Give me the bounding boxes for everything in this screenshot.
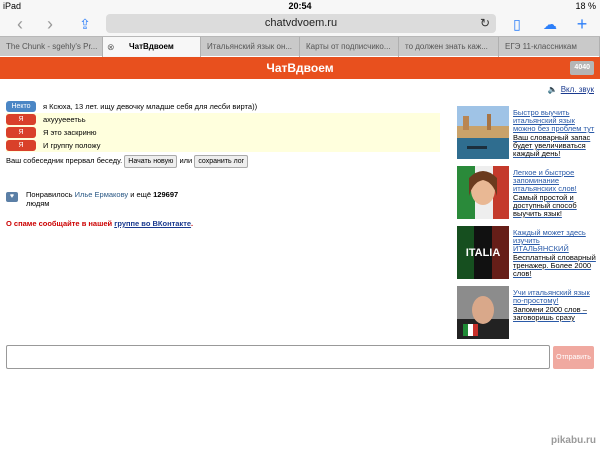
- bookmarks-icon[interactable]: ▯: [507, 14, 527, 34]
- italia-text: ITALIA: [466, 247, 501, 259]
- conversation-ended: Ваш собеседник прервал беседу. Начать но…: [6, 154, 249, 168]
- message-row: Я Я это заскриню: [6, 126, 440, 139]
- heart-icon[interactable]: ♥: [6, 192, 18, 202]
- tab-ege[interactable]: ЕГЭ 11-классникам: [499, 37, 600, 57]
- sound-link[interactable]: Вкл. звук: [561, 85, 594, 94]
- like-text: Понравилось Илье Ермакову и ещё 129697 л…: [26, 190, 179, 208]
- message-text: И группу положу: [43, 141, 101, 150]
- message-row: Я ахуууееетьь: [6, 113, 440, 126]
- ad-item[interactable]: ITALIA Каждый может здесь изучить ИТАЛЬЯ…: [457, 226, 600, 286]
- ad-title[interactable]: Учи итальянский язык по-простому! Запомни…: [513, 289, 597, 322]
- tab-the-chunk[interactable]: The Chunk - sgehly's Pr...: [0, 37, 103, 57]
- message-text: Я это заскриню: [43, 128, 97, 137]
- forward-icon[interactable]: ›: [40, 14, 60, 34]
- sender-badge: Я: [6, 114, 36, 125]
- sound-toggle[interactable]: 🔈 Вкл. звук: [548, 85, 594, 94]
- ad-title[interactable]: Быстро выучить итальянский язык можно бе…: [513, 109, 597, 158]
- site-header: ЧатВдвоем 4040: [0, 57, 600, 79]
- back-icon[interactable]: ‹: [10, 14, 30, 34]
- sender-badge: Я: [6, 127, 36, 138]
- italia-banner-image: ITALIA: [457, 226, 509, 279]
- site-title: ЧатВдвоем: [266, 61, 334, 75]
- clock: 20:54: [288, 1, 312, 11]
- reload-icon[interactable]: ↻: [480, 14, 490, 33]
- ad-item[interactable]: Легкое и быстрое запоминание итальянских…: [457, 166, 600, 226]
- vk-group-link[interactable]: группе во ВКонтакте: [114, 219, 191, 228]
- battery-label: 18 %: [575, 1, 596, 11]
- speaker-icon: 🔈: [547, 85, 558, 94]
- tab-italian[interactable]: Итальянский язык он...: [201, 37, 300, 57]
- new-tab-icon[interactable]: +: [572, 14, 592, 34]
- ended-text: Ваш собеседник прервал беседу.: [6, 156, 123, 165]
- address-bar[interactable]: chatvdvoem.ru ↻: [106, 14, 496, 33]
- share-icon[interactable]: ⇪: [75, 14, 95, 34]
- message-text: ахуууееетьь: [43, 115, 86, 124]
- send-button[interactable]: Отправить: [553, 346, 594, 369]
- message-list: Некто я Ксюха, 13 лет. ищу девочку младш…: [6, 100, 440, 152]
- man-photo: [457, 286, 509, 339]
- sender-badge: Некто: [6, 101, 36, 112]
- save-log-button[interactable]: сохранить лог: [194, 155, 249, 168]
- cloud-tabs-icon[interactable]: ☁: [540, 14, 560, 34]
- ad-column: Быстро выучить итальянский язык можно бе…: [457, 106, 600, 346]
- online-count-badge: 4040: [570, 61, 594, 75]
- message-input[interactable]: [6, 345, 550, 369]
- tab-must-know[interactable]: то должен знать каж...: [399, 37, 499, 57]
- liker-name[interactable]: Илье Ермакову: [75, 190, 129, 199]
- tab-chatvdvoem[interactable]: ⊗ ЧатВдвоем: [103, 37, 201, 57]
- tab-bar: The Chunk - sgehly's Pr... ⊗ ЧатВдвоем Ит…: [0, 36, 600, 57]
- spam-notice: О спаме сообщайте в нашей группе во ВКон…: [6, 219, 194, 228]
- close-tab-icon[interactable]: ⊗: [107, 37, 115, 57]
- like-count: 129697: [153, 190, 179, 199]
- browser-toolbar: ‹ › ⇪ chatvdvoem.ru ↻ ▯ ☁ +: [0, 12, 600, 36]
- tab-cards[interactable]: Карты от подписчико...: [300, 37, 399, 57]
- message-text: я Ксюха, 13 лет. ищу девочку младше себя…: [43, 102, 258, 111]
- venice-image: [457, 106, 509, 159]
- ad-title[interactable]: Каждый может здесь изучить ИТАЛЬЯНСКИЙ Бе…: [513, 229, 597, 278]
- message-row: Я И группу положу: [6, 139, 440, 152]
- woman-photo: [457, 166, 509, 219]
- or-text: или: [179, 156, 193, 165]
- watermark: pikabu.ru: [550, 435, 596, 446]
- ios-status-bar: iPad 20:54 18 %: [0, 0, 600, 12]
- start-new-button[interactable]: Начать новую: [124, 155, 178, 168]
- ad-item[interactable]: Учи итальянский язык по-простому! Запомни…: [457, 286, 600, 346]
- ad-title[interactable]: Легкое и быстрое запоминание итальянских…: [513, 169, 597, 218]
- sender-badge: Я: [6, 140, 36, 151]
- message-row: Некто я Ксюха, 13 лет. ищу девочку младш…: [6, 100, 440, 113]
- ad-item[interactable]: Быстро выучить итальянский язык можно бе…: [457, 106, 600, 166]
- url-text: chatvdvoem.ru: [264, 17, 338, 29]
